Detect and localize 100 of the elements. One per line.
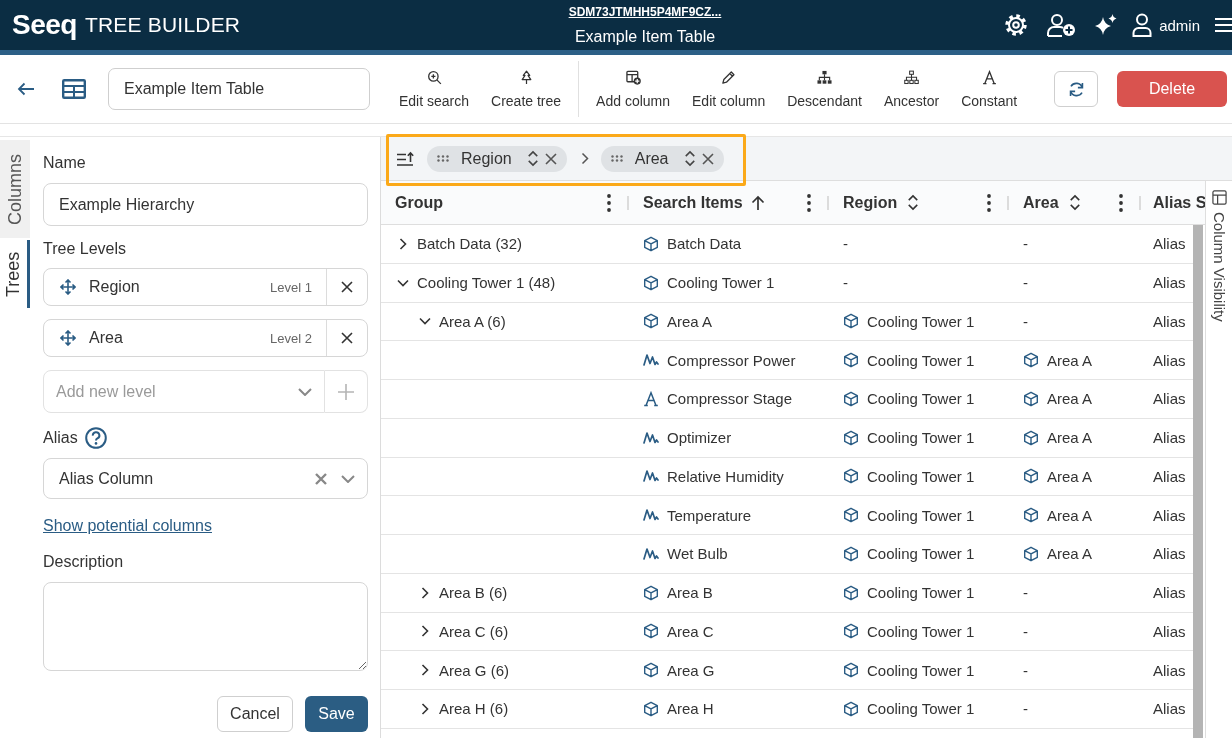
- chevron-right-icon[interactable]: [419, 664, 431, 677]
- area-name: Area A: [1047, 467, 1093, 485]
- cube-icon: [643, 313, 659, 330]
- alias-value: Alias: [1153, 506, 1186, 524]
- delete-button[interactable]: Delete: [1117, 71, 1227, 107]
- sort-icon[interactable]: [683, 150, 696, 167]
- column-header[interactable]: Group: [395, 193, 443, 212]
- cube-icon: [843, 468, 859, 485]
- item-name: Area G: [667, 661, 715, 679]
- item-name: Compressor Stage: [667, 390, 793, 408]
- refresh-button[interactable]: [1054, 71, 1098, 107]
- sort-arrow-up-icon[interactable]: [750, 194, 765, 211]
- toolbar-button[interactable]: Descendant: [776, 64, 873, 114]
- item-name: Batch Data: [667, 235, 742, 253]
- group-chip[interactable]: Area: [600, 145, 724, 172]
- close-icon[interactable]: [701, 152, 714, 165]
- scrollbar-thumb[interactable]: [1193, 225, 1203, 738]
- name-input[interactable]: Example Hierarchy: [43, 183, 368, 226]
- signal-wave-icon: [643, 468, 659, 485]
- toolbar-button[interactable]: Constant: [950, 64, 1029, 114]
- toolbar-button[interactable]: Edit search: [388, 64, 481, 114]
- user-name[interactable]: admin: [1159, 16, 1200, 34]
- kebab-menu-icon[interactable]: [807, 193, 811, 212]
- item-id-link[interactable]: SDM73JTMHH5P4MF9CZ...: [568, 5, 722, 19]
- add-user-icon[interactable]: [1046, 13, 1077, 37]
- app-title: TREE BUILDER: [84, 12, 241, 38]
- clear-icon[interactable]: [315, 472, 327, 485]
- sort-icon[interactable]: [907, 194, 920, 211]
- pencil-icon: [721, 69, 737, 85]
- signal-wave-icon: [643, 507, 659, 524]
- letter-icon: [981, 69, 997, 85]
- chevron-down-icon: [341, 474, 355, 483]
- kebab-menu-icon[interactable]: [1119, 193, 1123, 212]
- group-chip[interactable]: Region: [427, 145, 567, 172]
- description-field[interactable]: [43, 582, 368, 671]
- column-header[interactable]: Area: [1023, 193, 1059, 212]
- sort-icon[interactable]: [1068, 194, 1081, 211]
- signal-wave-icon: [643, 429, 659, 446]
- region-name: Cooling Tower 1: [867, 700, 975, 718]
- toolbar-button[interactable]: Create tree: [480, 64, 573, 114]
- alias-value: Alias: [1153, 545, 1186, 563]
- area-name: -: [1023, 235, 1028, 253]
- column-header[interactable]: Region: [843, 193, 898, 212]
- group-label: Area C (6): [439, 622, 509, 640]
- cancel-button[interactable]: Cancel: [217, 696, 293, 732]
- tree-level-item[interactable]: Area Level 2: [43, 319, 368, 357]
- region-name: Cooling Tower 1: [867, 506, 975, 524]
- region-name: Cooling Tower 1: [867, 312, 975, 330]
- hierarchy-icon: [817, 69, 833, 85]
- chevron-right-icon[interactable]: [419, 586, 431, 599]
- alias-value: Alias: [1153, 584, 1186, 602]
- side-tab[interactable]: Columns: [0, 140, 30, 238]
- tree-level-item[interactable]: Region Level 1: [43, 268, 368, 306]
- area-name: -: [1023, 312, 1028, 330]
- cube-icon: [843, 700, 859, 717]
- cube-icon: [843, 545, 859, 562]
- alias-value: Alias: [1153, 351, 1186, 369]
- item-name: Temperature: [667, 506, 752, 524]
- chevron-right-icon[interactable]: [397, 237, 409, 250]
- area-name: -: [1023, 584, 1028, 602]
- group-label: Cooling Tower 1 (48): [417, 274, 556, 292]
- item-title: Example Item Table: [574, 27, 716, 47]
- drag-handle-icon[interactable]: [610, 155, 623, 162]
- area-name: Area A: [1047, 390, 1093, 408]
- toolbar-button[interactable]: Add column: [585, 64, 682, 114]
- cube-icon: [843, 429, 859, 446]
- cube-icon: [1023, 468, 1039, 485]
- column-header[interactable]: Alias S: [1153, 193, 1205, 212]
- column-visibility-tab[interactable]: Column Visibility: [1206, 181, 1232, 322]
- region-name: -: [843, 274, 848, 292]
- cube-icon: [1023, 352, 1039, 369]
- column-header[interactable]: Search Items: [643, 193, 743, 212]
- user-icon[interactable]: [1132, 13, 1153, 37]
- table-name-input[interactable]: Example Item Table: [108, 68, 370, 110]
- alias-value: Alias: [1153, 622, 1186, 640]
- kebab-menu-icon[interactable]: [607, 193, 611, 212]
- help-icon[interactable]: [84, 427, 107, 449]
- region-name: Cooling Tower 1: [867, 622, 975, 640]
- kebab-menu-icon[interactable]: [987, 193, 991, 212]
- back-arrow-icon[interactable]: [17, 81, 35, 97]
- sort-icon[interactable]: [526, 150, 539, 167]
- chevron-right-icon[interactable]: [419, 625, 431, 638]
- region-name: Cooling Tower 1: [867, 351, 975, 369]
- menu-icon[interactable]: [1215, 16, 1232, 34]
- level-number: Level 1: [270, 279, 312, 295]
- toolbar-button[interactable]: Ancestor: [872, 64, 951, 114]
- move-icon[interactable]: [60, 330, 76, 346]
- toolbar-button[interactable]: Edit column: [681, 64, 777, 114]
- chevron-right-icon[interactable]: [419, 702, 431, 715]
- move-icon[interactable]: [60, 279, 76, 295]
- area-name: Area A: [1047, 545, 1093, 563]
- close-icon[interactable]: [544, 152, 557, 165]
- signal-wave-icon: [643, 352, 659, 369]
- save-button[interactable]: Save: [305, 696, 368, 732]
- item-name: Area C: [667, 622, 714, 640]
- alias-select[interactable]: Alias Column: [43, 458, 368, 499]
- drag-handle-icon[interactable]: [437, 155, 449, 162]
- group-by-icon[interactable]: [396, 150, 415, 167]
- settings-icon[interactable]: [1004, 13, 1029, 37]
- show-columns-link[interactable]: Show potential columns: [43, 517, 212, 534]
